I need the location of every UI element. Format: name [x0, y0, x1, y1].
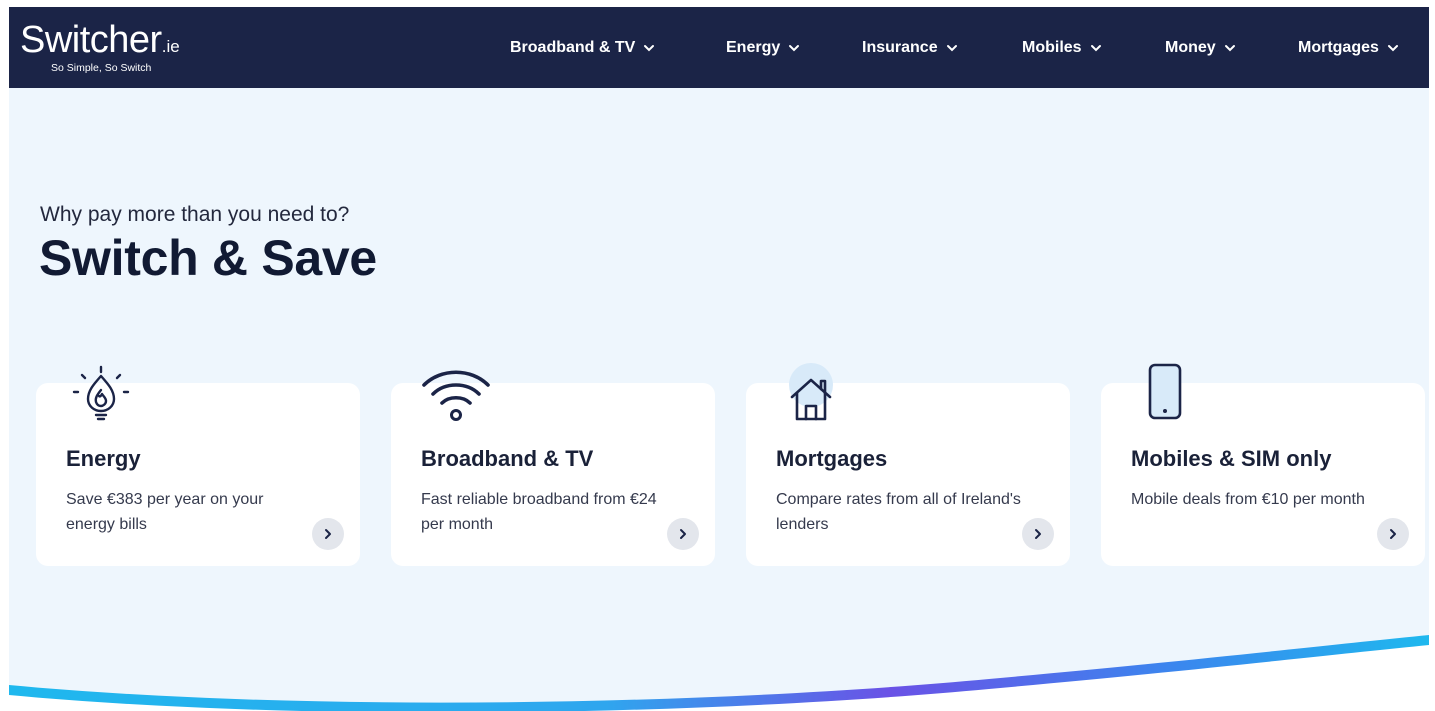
chevron-down-icon	[946, 42, 958, 54]
nav-item-label: Money	[1165, 39, 1216, 56]
card-title: Energy	[66, 446, 141, 471]
category-card-energy[interactable]: Energy Save €383 per year on your energy…	[36, 365, 360, 566]
switcher-logo[interactable]: Switcher.ie So Simple, So Switch	[20, 17, 210, 77]
hero-title: Switch & Save	[39, 230, 377, 286]
category-card-mortgages[interactable]: Mortgages Compare rates from all of Irel…	[746, 363, 1070, 566]
wifi-icon	[421, 363, 491, 433]
card-description: Fast reliable broadband from €24 per mon…	[421, 491, 657, 533]
mobile-phone-icon	[1131, 363, 1201, 433]
nav-item-insurance[interactable]: Insurance	[862, 36, 958, 60]
chevron-down-icon	[643, 42, 655, 54]
chevron-down-icon	[1387, 42, 1399, 54]
card-title: Broadband & TV	[421, 446, 594, 471]
nav-item-label: Broadband & TV	[510, 39, 636, 56]
card-title: Mortgages	[776, 446, 888, 471]
chevron-right-icon[interactable]	[312, 518, 344, 550]
nav-item-label: Energy	[726, 39, 781, 56]
nav-item-broadband-tv[interactable]: Broadband & TV	[510, 36, 655, 60]
logo-name: Switcher	[20, 19, 162, 61]
logo-suffix: .ie	[161, 37, 180, 56]
card-description: Mobile deals from €10 per month	[1131, 491, 1365, 508]
nav-item-mobiles[interactable]: Mobiles	[1022, 36, 1102, 60]
chevron-right-icon[interactable]	[667, 518, 699, 550]
page-frame: Switcher.ie So Simple, So Switch Broadba…	[9, 7, 1429, 711]
logo-wordmark: Switcher.ie	[20, 19, 180, 68]
nav-item-label: Mortgages	[1298, 39, 1379, 56]
logo-tagline: So Simple, So Switch	[51, 62, 152, 74]
nav-item-money[interactable]: Money	[1165, 36, 1236, 60]
chevron-right-icon[interactable]	[1022, 518, 1054, 550]
chevron-down-icon	[1090, 42, 1102, 54]
nav-item-energy[interactable]: Energy	[726, 36, 800, 60]
decorative-wave	[9, 635, 1429, 711]
hero-kicker: Why pay more than you need to?	[40, 203, 350, 226]
nav-item-label: Mobiles	[1022, 39, 1082, 56]
card-description: Save €383 per year on your energy bills	[66, 491, 264, 533]
card-description: Compare rates from all of Ireland's lend…	[776, 491, 1021, 533]
category-card-broadband-tv[interactable]: Broadband & TV Fast reliable broadband f…	[391, 370, 715, 566]
gas-flame-bulb-icon	[66, 363, 136, 433]
card-title: Mobiles & SIM only	[1131, 446, 1332, 471]
top-navigation: Switcher.ie So Simple, So Switch Broadba…	[9, 7, 1429, 88]
chevron-right-icon[interactable]	[1377, 518, 1409, 550]
nav-item-label: Insurance	[862, 39, 938, 56]
house-icon	[776, 363, 846, 433]
category-card-mobiles-sim[interactable]: Mobiles & SIM only Mobile deals from €10…	[1101, 363, 1425, 566]
chevron-down-icon	[1224, 42, 1236, 54]
chevron-down-icon	[788, 42, 800, 54]
nav-item-mortgages[interactable]: Mortgages	[1298, 36, 1399, 60]
